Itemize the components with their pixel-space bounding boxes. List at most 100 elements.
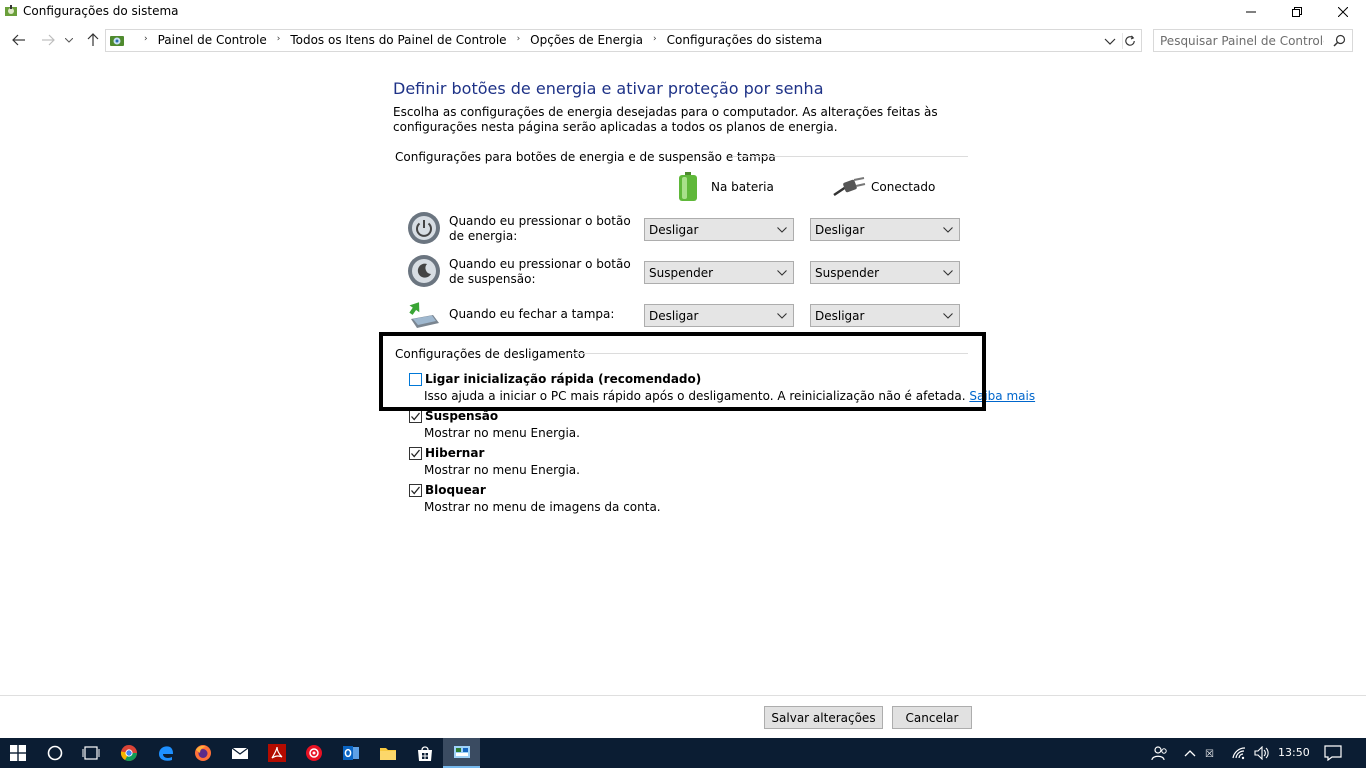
mail-icon — [231, 747, 248, 759]
taskbar-file-explorer[interactable] — [369, 738, 406, 768]
sleep-option-description: Mostrar no menu Energia. — [424, 426, 580, 440]
selected-value: Desligar — [815, 223, 865, 237]
battery-icon — [679, 172, 697, 201]
back-button[interactable] — [10, 31, 28, 49]
taskbar-control-panel[interactable] — [443, 738, 480, 768]
restore-icon — [1292, 6, 1302, 17]
sleep-button-battery-select[interactable]: Suspender — [644, 261, 794, 284]
people-button[interactable] — [1148, 738, 1172, 768]
cortana-icon — [47, 745, 62, 761]
taskbar-chrome[interactable] — [110, 738, 147, 768]
control-panel-icon — [110, 36, 124, 46]
close-button[interactable] — [1320, 0, 1366, 23]
outlook-icon — [342, 746, 359, 760]
breadcrumb-system-settings[interactable]: Configurações do sistema — [667, 33, 823, 47]
chevron-down-icon — [943, 227, 953, 233]
minimize-button[interactable] — [1228, 0, 1274, 23]
hibernate-option-title: Hibernar — [425, 446, 485, 460]
store-icon — [417, 746, 432, 761]
chevron-right-icon[interactable]: › — [277, 34, 281, 44]
chevron-right-icon[interactable]: › — [517, 34, 521, 44]
cancel-button[interactable]: Cancelar — [892, 706, 972, 729]
chevron-right-icon[interactable]: › — [653, 34, 657, 44]
search-box[interactable] — [1153, 29, 1353, 52]
breadcrumb-power-options[interactable]: Opções de Energia — [530, 33, 643, 47]
search-input[interactable] — [1160, 33, 1324, 48]
taskbar-firefox[interactable] — [184, 738, 221, 768]
search-icon[interactable] — [1333, 34, 1346, 47]
chevron-right-icon: › — [144, 34, 148, 44]
taskbar-red-app[interactable] — [295, 738, 332, 768]
selected-value: Suspender — [649, 266, 714, 280]
acrobat-icon — [267, 744, 286, 762]
page-title: Definir botões de energia e ativar prote… — [393, 79, 824, 98]
taskbar-store[interactable] — [406, 738, 443, 768]
taskbar: ☒ 13:50 — [0, 738, 1366, 768]
hibernate-checkbox[interactable] — [409, 447, 422, 460]
taskbar-mail[interactable] — [221, 738, 258, 768]
action-center-button[interactable] — [1320, 738, 1346, 768]
recent-locations-button[interactable] — [63, 31, 75, 49]
cortana-button[interactable] — [36, 738, 73, 768]
battery-column-header: Na bateria — [711, 180, 774, 194]
refresh-icon[interactable] — [1122, 33, 1138, 49]
arrow-up-icon — [87, 33, 99, 46]
selected-value: Desligar — [649, 309, 699, 323]
lid-close-plugged-select[interactable]: Desligar — [810, 304, 960, 327]
lid-close-label: Quando eu fechar a tampa: — [449, 307, 615, 321]
input-indicator[interactable]: ☒ — [1202, 738, 1224, 768]
sleep-button-icon — [408, 255, 440, 287]
page-description: Escolha as configurações de energia dese… — [393, 105, 938, 134]
lock-option-description: Mostrar no menu de imagens da conta. — [424, 500, 661, 514]
checkmark-icon — [411, 486, 421, 495]
control-panel-icon — [453, 746, 470, 758]
lock-option-title: Bloquear — [425, 483, 486, 497]
lid-close-battery-select[interactable]: Desligar — [644, 304, 794, 327]
app-red-icon — [305, 745, 322, 761]
address-dropdown-icon[interactable] — [1103, 33, 1117, 49]
svg-text:☒: ☒ — [1205, 749, 1214, 760]
hibernate-option-description: Mostrar no menu Energia. — [424, 463, 580, 477]
network-button[interactable] — [1228, 738, 1250, 768]
up-button[interactable] — [84, 31, 102, 49]
chevron-down-icon — [777, 227, 787, 233]
show-hidden-icons-button[interactable] — [1180, 738, 1200, 768]
taskbar-edge[interactable] — [147, 738, 184, 768]
address-bar[interactable]: › Painel de Controle › Todos os Itens do… — [105, 29, 1142, 52]
file-explorer-icon — [379, 748, 396, 760]
lock-checkbox[interactable] — [409, 484, 422, 497]
chevron-up-icon — [1184, 750, 1196, 757]
navigation-bar: › Painel de Controle › Todos os Itens do… — [0, 23, 1366, 57]
breadcrumb-all-items[interactable]: Todos os Itens do Painel de Controle — [290, 33, 506, 47]
minimize-icon — [1246, 11, 1256, 12]
chevron-down-icon — [777, 313, 787, 319]
arrow-left-icon — [12, 34, 25, 46]
close-icon — [1338, 6, 1348, 17]
laptop-lid-icon — [409, 302, 439, 328]
taskbar-clock[interactable]: 13:50 — [1278, 746, 1310, 759]
task-view-icon — [82, 746, 99, 760]
chevron-down-icon — [65, 37, 73, 43]
taskbar-acrobat[interactable] — [258, 738, 295, 768]
volume-button[interactable] — [1251, 738, 1273, 768]
sleep-button-plugged-select[interactable]: Suspender — [810, 261, 960, 284]
selected-value: Suspender — [815, 266, 880, 280]
plugged-column-header: Conectado — [871, 180, 936, 194]
taskbar-outlook[interactable] — [332, 738, 369, 768]
breadcrumb-control-panel[interactable]: Painel de Controle — [158, 33, 267, 47]
task-view-button[interactable] — [72, 738, 109, 768]
power-button-icon — [408, 212, 440, 244]
checkmark-icon — [411, 412, 421, 421]
start-button[interactable] — [0, 738, 36, 768]
title-bar: Configurações do sistema — [0, 0, 1366, 23]
save-button[interactable]: Salvar alterações — [764, 706, 883, 729]
forward-button[interactable] — [39, 31, 57, 49]
sleep-checkbox[interactable] — [409, 410, 422, 423]
checkmark-icon — [411, 449, 421, 458]
power-button-plugged-select[interactable]: Desligar — [810, 218, 960, 241]
control-panel-power-icon — [5, 5, 17, 16]
restore-button[interactable] — [1274, 0, 1320, 23]
power-button-label: Quando eu pressionar o botão de energia: — [449, 214, 631, 243]
power-button-battery-select[interactable]: Desligar — [644, 218, 794, 241]
firefox-icon — [194, 745, 211, 761]
